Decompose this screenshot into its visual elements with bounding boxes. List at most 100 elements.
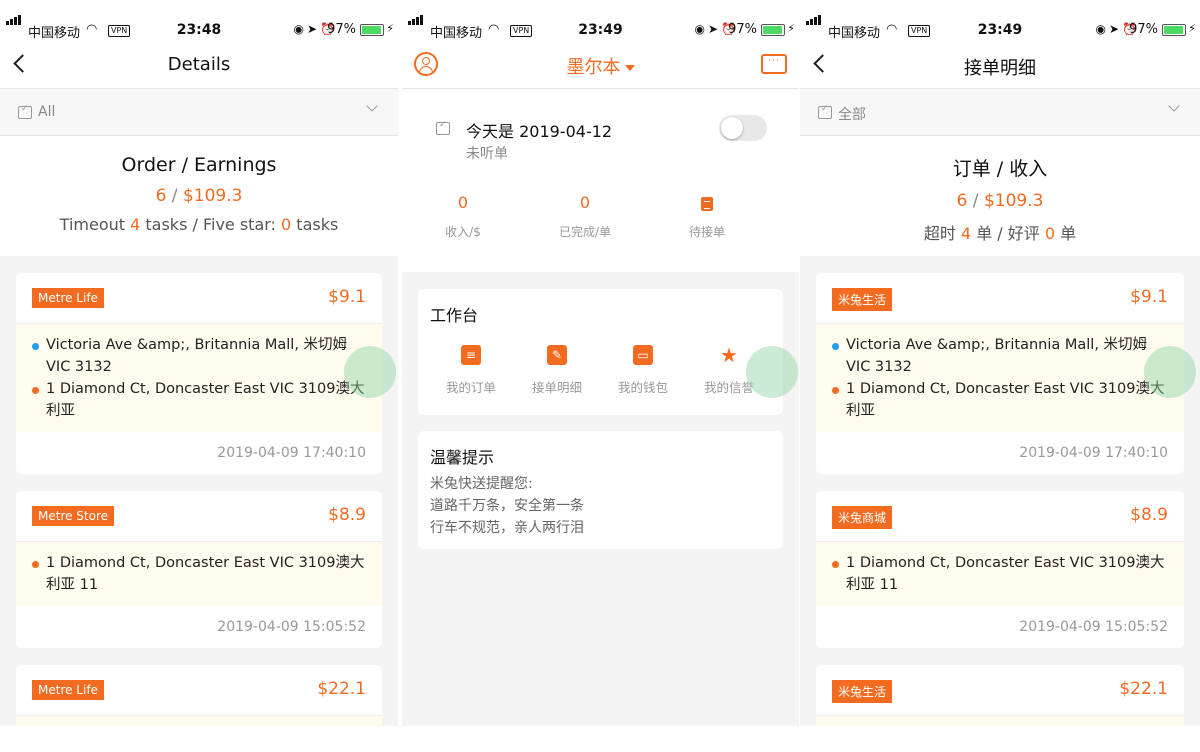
listening-state: 未听单 [466, 146, 508, 162]
touch-indicator [746, 346, 798, 398]
pickup-address: Victoria Ave &amp;, Britannia Mall, 米切姆 … [46, 337, 348, 375]
filter-dropdown[interactable]: 全部 [800, 89, 1200, 136]
status-bar: 中国移动 ◠ VPN 23:49 ◉➤⏰ 97% ⚡ [402, 0, 799, 41]
order-card[interactable]: Metre Life $22.1 [16, 665, 382, 726]
tips-title: 温馨提示 [430, 448, 495, 467]
orders-icon: ≡ [461, 345, 481, 365]
stat-label: 收入/$ [445, 225, 481, 239]
caret-down-icon [624, 65, 635, 71]
workbench-title: 工作台 [430, 306, 479, 325]
stat-completed[interactable]: 0 已完成/单 [524, 193, 646, 240]
address-block: Victoria Ave &amp;, Britannia Mall, 米切姆 … [16, 324, 382, 432]
touch-indicator [1144, 346, 1196, 398]
summary-values: 6 / $109.3 [956, 191, 1044, 211]
store-tag: 米兔商城 [832, 506, 893, 529]
order-card[interactable]: Metre Life $9.1 Victoria Ave &amp;, Brita… [16, 273, 382, 474]
pickup-address: Victoria Ave &amp;, Britannia Mall, 米切姆 … [846, 337, 1148, 375]
order-time: 2019-04-09 17:40:10 [217, 445, 366, 461]
order-card[interactable]: 米兔生活 $22.1 [816, 665, 1184, 726]
order-card[interactable]: 米兔生活 $9.1 Victoria Ave &amp;, Britannia M… [816, 273, 1184, 474]
battery-icon [761, 24, 785, 36]
dropoff-address: 1 Diamond Ct, Doncaster East VIC 3109澳大利… [846, 555, 1165, 593]
my-wallet-button[interactable]: ▭ 我的钱包 [600, 345, 686, 396]
clipboard-icon [701, 197, 713, 211]
pickup-dot-icon [832, 343, 839, 350]
filter-label: 全部 [838, 107, 866, 123]
touch-indicator [344, 346, 396, 398]
order-count: 6 [956, 191, 968, 211]
tips-box: 温馨提示 米兔快送提醒您: 道路千万条，安全第一条 行车不规范，亲人两行泪 [418, 431, 783, 549]
summary-box: Order / Earnings 6 / $109.3 Timeout 4 ta… [0, 136, 398, 256]
summary-stats: 超时 4 单 / 好评 0 单 [800, 220, 1200, 244]
chevron-down-icon [1168, 100, 1180, 112]
summary-stats: Timeout 4 tasks / Five star: 0 tasks [0, 215, 398, 234]
store-tag: 米兔生活 [832, 680, 893, 703]
address-block: 1 Diamond Ct, Doncaster East VIC 3109澳大利… [816, 542, 1184, 606]
fivestar-count: 0 [281, 215, 292, 234]
dropoff-address: 1 Diamond Ct, Doncaster East VIC 3109澳大利… [46, 381, 365, 419]
fivestar-label: 单 / 好评 [971, 224, 1045, 243]
today-panel: 今天是 2019-04-12 未听单 0 收入/$ 0 已完成/单 待接单 [402, 89, 799, 272]
dropoff-dot-icon [832, 561, 839, 568]
timeout-label: 超时 [923, 224, 961, 243]
store-tag: Metre Store [32, 506, 115, 526]
nav-bar: 墨尔本 ··· [402, 40, 799, 89]
store-tag: Metre Life [32, 288, 104, 308]
battery-percent: 97% [1129, 22, 1158, 37]
status-bar: 中国移动 ◠ VPN 23:48 ◉➤⏰ 97% ⚡ [0, 0, 398, 41]
order-count: 6 [155, 186, 167, 206]
address-block [816, 716, 1184, 726]
order-details-button[interactable]: ✎ 接单明细 [514, 345, 600, 396]
pickup-dot-icon [32, 343, 39, 350]
page-title: 接单明细 [964, 58, 1036, 79]
nav-bar: Details [0, 40, 398, 89]
summary-values: 6 / $109.3 [155, 186, 243, 206]
battery-percent: 97% [728, 22, 757, 37]
timeout-count: 4 [960, 224, 972, 243]
dropoff-dot-icon [32, 387, 39, 394]
nav-bar: 接单明细 [800, 40, 1200, 89]
earnings-amount: $109.3 [182, 186, 243, 206]
dropoff-dot-icon [32, 561, 39, 568]
dropoff-address: 1 Diamond Ct, Doncaster East VIC 3109澳大利… [846, 381, 1165, 419]
calendar-icon [18, 104, 32, 119]
fivestar-label: tasks / Five star: [140, 215, 282, 234]
stat-pending[interactable]: 待接单 [646, 193, 768, 240]
status-bar: 中国移动 ◠ VPN 23:49 ◉➤⏰ 97% ⚡ [800, 0, 1200, 41]
battery-icon [360, 24, 384, 36]
listen-toggle[interactable] [719, 115, 767, 141]
city-selector[interactable]: 墨尔本 [402, 53, 799, 79]
calendar-icon [436, 120, 450, 135]
order-price: $8.9 [1130, 505, 1168, 525]
tip-line: 行车不规范，亲人两行泪 [430, 520, 584, 536]
home-screen: 中国移动 ◠ VPN 23:49 ◉➤⏰ 97% ⚡ 墨尔本 ··· 今天是 2… [402, 0, 799, 726]
my-orders-button[interactable]: ≡ 我的订单 [428, 345, 514, 396]
stat-value: 0 [457, 193, 469, 212]
order-time: 2019-04-09 15:05:52 [217, 619, 366, 635]
order-card[interactable]: Metre Store $8.9 1 Diamond Ct, Doncaster … [16, 491, 382, 648]
item-label: 我的钱包 [617, 380, 668, 395]
stat-income[interactable]: 0 收入/$ [402, 193, 524, 240]
calendar-icon [818, 104, 832, 119]
dropoff-dot-icon [832, 387, 839, 394]
tasks-suffix: 单 [1055, 224, 1077, 243]
message-icon[interactable]: ··· [761, 54, 787, 74]
item-label: 我的订单 [445, 380, 496, 395]
filter-dropdown[interactable]: All [0, 89, 398, 136]
dropoff-address: 1 Diamond Ct, Doncaster East VIC 3109澳大利… [46, 555, 365, 593]
tip-line: 道路千万条，安全第一条 [430, 498, 584, 514]
stat-label: 待接单 [688, 225, 725, 239]
address-block [16, 716, 382, 726]
workbench: 工作台 ≡ 我的订单 ✎ 接单明细 ▭ 我的钱包 ★ 我的信誉 [418, 289, 783, 415]
filter-label: All [38, 104, 56, 120]
order-price: $9.1 [1130, 287, 1168, 307]
charging-icon: ⚡ [787, 22, 795, 35]
store-tag: Metre Life [32, 680, 104, 700]
item-label: 接单明细 [531, 380, 582, 395]
summary-title: Order / Earnings [121, 154, 277, 176]
earnings-amount: $109.3 [983, 191, 1044, 211]
timeout-count: 4 [130, 215, 141, 234]
charging-icon: ⚡ [386, 22, 394, 35]
order-card[interactable]: 米兔商城 $8.9 1 Diamond Ct, Doncaster East VI… [816, 491, 1184, 648]
order-price: $8.9 [328, 505, 366, 525]
